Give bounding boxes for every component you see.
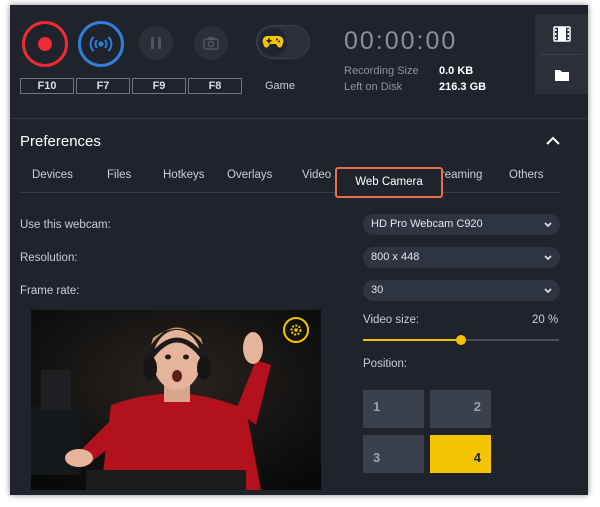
chevron-down-icon xyxy=(544,247,552,276)
toggle-knob xyxy=(259,28,287,56)
side-panel xyxy=(535,14,588,94)
open-folder-button[interactable] xyxy=(535,55,588,95)
chevron-down-icon xyxy=(544,280,552,309)
hotkey-stream: F7 xyxy=(76,78,130,94)
position-cell-label: 2 xyxy=(473,399,481,414)
left-on-disk-label: Left on Disk xyxy=(344,81,403,93)
collapse-button[interactable] xyxy=(546,133,560,151)
recording-size-value: 0.0 KB xyxy=(439,65,474,77)
recordings-button[interactable] xyxy=(535,14,588,54)
stream-button[interactable] xyxy=(78,21,124,67)
video-size-value: 20 % xyxy=(532,314,559,326)
recording-size-label: Recording Size xyxy=(344,65,419,77)
tab-files[interactable]: Files xyxy=(107,169,131,181)
pause-button[interactable] xyxy=(139,26,173,60)
webcam-value: HD Pro Webcam C920 xyxy=(371,218,483,230)
resolution-select[interactable]: 800 x 448 xyxy=(363,247,560,268)
tab-devices[interactable]: Devices xyxy=(32,169,73,181)
camera-icon xyxy=(203,37,219,50)
gamepad-icon xyxy=(262,36,284,48)
folder-icon xyxy=(554,70,569,81)
left-on-disk: Left on Disk 216.3 GB xyxy=(344,81,486,93)
recording-size: Recording Size 0.0 KB xyxy=(344,65,473,77)
position-cell-label: 1 xyxy=(373,399,381,414)
tab-others[interactable]: Others xyxy=(509,169,544,181)
framerate-label: Frame rate: xyxy=(20,285,80,297)
app-window: F10 F7 F9 F8 Game 00:00:00 Recording Siz… xyxy=(10,5,588,495)
hotkey-screenshot: F8 xyxy=(188,78,242,94)
position-cell-1[interactable]: 1 xyxy=(363,390,424,428)
tab-hotkeys[interactable]: Hotkeys xyxy=(163,169,205,181)
tab-video[interactable]: Video xyxy=(302,169,331,181)
film-icon xyxy=(552,26,571,42)
video-size-label: Video size: xyxy=(363,314,420,326)
tab-web-camera[interactable]: Web Camera xyxy=(335,167,443,198)
hotkey-pause: F9 xyxy=(132,78,186,94)
recording-timer: 00:00:00 xyxy=(344,27,458,55)
webcam-settings-button[interactable] xyxy=(283,317,309,343)
pause-icon xyxy=(151,37,161,49)
webcam-preview-image xyxy=(31,310,321,490)
webcam-preview xyxy=(31,310,321,490)
framerate-value: 30 xyxy=(371,284,384,296)
resolution-label: Resolution: xyxy=(20,252,78,264)
framerate-select[interactable]: 30 xyxy=(363,280,560,301)
gear-icon xyxy=(290,324,302,336)
chevron-down-icon xyxy=(544,214,552,243)
webcam-select[interactable]: HD Pro Webcam C920 xyxy=(363,214,560,235)
screenshot-button[interactable] xyxy=(194,26,228,60)
recording-toolbar: F10 F7 F9 F8 Game 00:00:00 Recording Siz… xyxy=(10,5,588,118)
hotkey-record: F10 xyxy=(20,78,74,94)
resolution-value: 800 x 448 xyxy=(371,251,420,263)
tab-separator xyxy=(20,192,560,193)
game-label: Game xyxy=(265,80,295,92)
position-cell-4[interactable]: 4 xyxy=(430,435,491,473)
position-cell-label: 4 xyxy=(473,450,481,465)
slider-handle[interactable] xyxy=(456,335,466,345)
preferences-title: Preferences xyxy=(20,133,101,150)
slider-fill xyxy=(363,339,461,341)
record-icon xyxy=(38,37,52,51)
video-size-slider[interactable] xyxy=(363,335,559,345)
position-label: Position: xyxy=(363,358,408,370)
position-cell-label: 3 xyxy=(373,450,381,465)
position-cell-3[interactable]: 3 xyxy=(363,435,424,473)
toolbar-divider xyxy=(10,118,588,119)
tab-overlays[interactable]: Overlays xyxy=(227,169,272,181)
chevron-up-icon xyxy=(546,136,560,145)
game-mode-toggle[interactable] xyxy=(256,25,310,59)
position-cell-2[interactable]: 2 xyxy=(430,390,491,428)
stream-icon xyxy=(89,36,113,52)
record-button[interactable] xyxy=(22,21,68,67)
left-on-disk-value: 216.3 GB xyxy=(439,81,487,93)
webcam-label: Use this webcam: xyxy=(20,219,111,231)
